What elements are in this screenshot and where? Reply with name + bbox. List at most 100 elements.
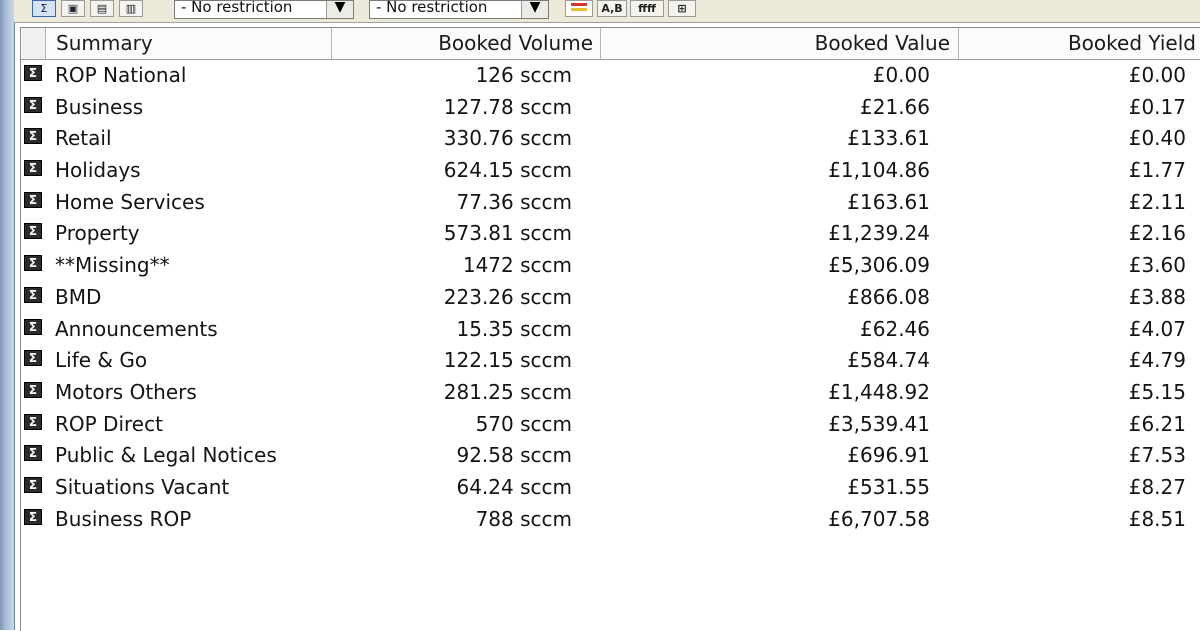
cell-booked-yield: £8.51 bbox=[1128, 506, 1186, 531]
cell-summary: Life & Go bbox=[55, 348, 148, 373]
cell-booked-value: £584.74 bbox=[847, 348, 930, 373]
cell-summary: Business bbox=[55, 94, 144, 119]
column-header-booked-yield[interactable]: Booked Yield bbox=[959, 28, 1200, 59]
sigma-expand-icon[interactable]: Σ bbox=[24, 350, 42, 367]
list-view-button[interactable]: ▤ bbox=[90, 0, 114, 17]
table-row[interactable]: Σ BMD 223.26 sccm £866.08 £3.88 bbox=[21, 284, 1200, 316]
cell-booked-volume: 330.76 sccm bbox=[443, 126, 572, 151]
grid-view-button[interactable]: ▣ bbox=[61, 0, 85, 17]
table-row[interactable]: Σ ROP Direct 570 sccm £3,539.41 £6.21 bbox=[21, 411, 1200, 443]
table-row[interactable]: Σ Holidays 624.15 sccm £1,104.86 £1.77 bbox=[21, 157, 1200, 189]
cell-booked-yield: £1.77 bbox=[1128, 158, 1186, 183]
ab-format-button[interactable]: A,B bbox=[597, 0, 627, 17]
cell-booked-yield: £0.00 bbox=[1128, 63, 1186, 87]
table-row[interactable]: Σ Announcements 15.35 sccm £62.46 £4.07 bbox=[21, 316, 1200, 348]
cell-booked-value: £0.00 bbox=[872, 63, 930, 87]
cell-summary: BMD bbox=[55, 284, 102, 309]
sigma-expand-icon[interactable]: Σ bbox=[24, 286, 42, 303]
sigma-expand-icon[interactable]: Σ bbox=[24, 255, 42, 272]
cell-booked-value: £1,239.24 bbox=[828, 221, 930, 246]
cell-booked-yield: £2.16 bbox=[1128, 221, 1186, 246]
cell-summary: Announcements bbox=[55, 316, 218, 341]
sigma-expand-icon[interactable]: Σ bbox=[24, 318, 42, 335]
cell-booked-value: £6,707.58 bbox=[828, 506, 930, 531]
window-frame-left bbox=[0, 0, 15, 630]
cell-booked-volume: 64.24 sccm bbox=[456, 474, 572, 499]
sigma-expand-icon[interactable]: Σ bbox=[24, 476, 42, 493]
chart-view-button[interactable]: ▥ bbox=[119, 0, 143, 17]
cell-booked-yield: £0.40 bbox=[1128, 126, 1186, 151]
table-row[interactable]: Σ Motors Others 281.25 sccm £1,448.92 £5… bbox=[21, 379, 1200, 411]
sigma-expand-icon[interactable]: Σ bbox=[24, 96, 42, 113]
cell-booked-value: £5,306.09 bbox=[828, 253, 930, 278]
cell-summary: Property bbox=[55, 221, 140, 246]
sigma-expand-icon[interactable]: Σ bbox=[24, 508, 42, 525]
cell-summary: ROP National bbox=[55, 63, 187, 87]
table-row[interactable]: Σ Property 573.81 sccm £1,239.24 £2.16 bbox=[21, 220, 1200, 252]
cell-booked-value: £3,539.41 bbox=[828, 411, 930, 436]
cell-booked-volume: 281.25 sccm bbox=[443, 379, 572, 404]
chevron-down-icon[interactable]: ▼ bbox=[521, 1, 548, 18]
table-row[interactable]: Σ Public & Legal Notices 92.58 sccm £696… bbox=[21, 442, 1200, 474]
cell-booked-yield: £7.53 bbox=[1128, 443, 1186, 468]
grid-corner[interactable] bbox=[21, 28, 46, 59]
cell-booked-volume: 223.26 sccm bbox=[443, 284, 572, 309]
cell-booked-value: £1,448.92 bbox=[828, 379, 930, 404]
sigma-expand-icon[interactable]: Σ bbox=[24, 445, 42, 462]
cell-booked-value: £866.08 bbox=[847, 284, 930, 309]
table-row[interactable]: Σ **Missing** 1472 sccm £5,306.09 £3.60 bbox=[21, 252, 1200, 284]
cell-booked-volume: 573.81 sccm bbox=[443, 221, 572, 246]
cell-booked-volume: 122.15 sccm bbox=[443, 348, 572, 373]
cell-booked-yield: £3.60 bbox=[1128, 253, 1186, 278]
sigma-expand-icon[interactable]: Σ bbox=[24, 223, 42, 240]
table-row[interactable]: Σ ROP National 126 sccm £0.00 £0.00 bbox=[21, 62, 1200, 94]
cell-booked-volume: 788 sccm bbox=[475, 506, 572, 531]
cell-summary: Public & Legal Notices bbox=[55, 443, 277, 468]
highlight-color-button[interactable] bbox=[565, 0, 593, 17]
sigma-expand-icon[interactable]: Σ bbox=[24, 413, 42, 430]
restriction-select-1[interactable]: - No restriction ▼ bbox=[174, 0, 354, 19]
cell-summary: Retail bbox=[55, 126, 112, 151]
cell-booked-volume: 126 sccm bbox=[475, 63, 572, 87]
cell-summary: Holidays bbox=[55, 158, 141, 183]
sigma-expand-icon[interactable]: Σ bbox=[24, 381, 42, 398]
table-row[interactable]: Σ Business ROP 788 sccm £6,707.58 £8.51 bbox=[21, 506, 1200, 538]
sigma-expand-icon[interactable]: Σ bbox=[24, 160, 42, 177]
table-row[interactable]: Σ Home Services 77.36 sccm £163.61 £2.11 bbox=[21, 189, 1200, 221]
cell-summary: Situations Vacant bbox=[55, 474, 230, 499]
ffff-format-button[interactable]: ffff bbox=[630, 0, 664, 17]
column-header-summary[interactable]: Summary bbox=[46, 28, 332, 59]
sum-toggle-button[interactable]: Σ bbox=[32, 0, 56, 17]
cell-booked-volume: 624.15 sccm bbox=[443, 158, 572, 183]
cell-booked-yield: £4.79 bbox=[1128, 348, 1186, 373]
restriction-select-2[interactable]: - No restriction ▼ bbox=[369, 0, 549, 19]
cell-summary: Business ROP bbox=[55, 506, 192, 531]
table-row[interactable]: Σ Retail 330.76 sccm £133.61 £0.40 bbox=[21, 125, 1200, 157]
cell-booked-volume: 1472 sccm bbox=[462, 253, 572, 278]
cell-booked-value: £133.61 bbox=[847, 126, 930, 151]
table-row[interactable]: Σ Business 127.78 sccm £21.66 £0.17 bbox=[21, 94, 1200, 126]
table-row[interactable]: Σ Situations Vacant 64.24 sccm £531.55 £… bbox=[21, 474, 1200, 506]
column-header-booked-value[interactable]: Booked Value bbox=[601, 28, 959, 59]
cell-booked-value: £62.46 bbox=[860, 316, 930, 341]
cell-booked-yield: £2.11 bbox=[1128, 189, 1186, 214]
toolbar: Σ ▣ ▤ ▥ - No restriction ▼ - No restrict… bbox=[14, 0, 1200, 23]
restriction-select-1-value: - No restriction bbox=[181, 0, 293, 16]
summary-grid: Summary Booked Volume Booked Value Booke… bbox=[20, 27, 1200, 631]
sigma-expand-icon[interactable]: Σ bbox=[24, 191, 42, 208]
cell-booked-yield: £8.27 bbox=[1128, 474, 1186, 499]
chevron-down-icon[interactable]: ▼ bbox=[326, 1, 353, 18]
cell-summary: Home Services bbox=[55, 189, 205, 214]
sigma-expand-icon[interactable]: Σ bbox=[24, 65, 42, 81]
grid-rows: Σ ROP National 126 sccm £0.00 £0.00 Σ Bu… bbox=[21, 62, 1200, 537]
cell-booked-value: £21.66 bbox=[860, 94, 930, 119]
table-options-button[interactable]: ⊞ bbox=[668, 0, 696, 17]
cell-booked-yield: £6.21 bbox=[1128, 411, 1186, 436]
cell-summary: ROP Direct bbox=[55, 411, 163, 436]
sigma-expand-icon[interactable]: Σ bbox=[24, 128, 42, 145]
table-row[interactable]: Σ Life & Go 122.15 sccm £584.74 £4.79 bbox=[21, 347, 1200, 379]
cell-booked-volume: 15.35 sccm bbox=[456, 316, 572, 341]
column-header-booked-volume[interactable]: Booked Volume bbox=[332, 28, 601, 59]
cell-booked-volume: 92.58 sccm bbox=[456, 443, 572, 468]
cell-booked-yield: £3.88 bbox=[1128, 284, 1186, 309]
